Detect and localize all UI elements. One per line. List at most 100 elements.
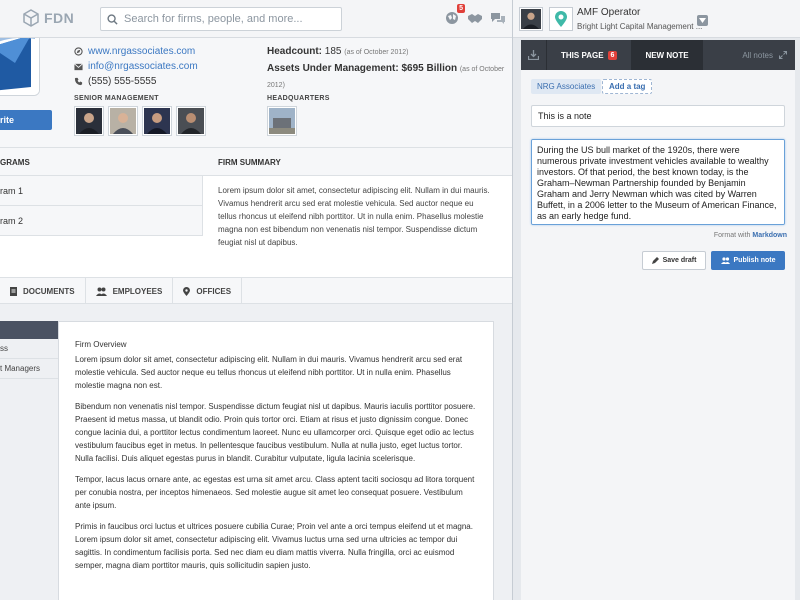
email-link[interactable]: info@nrgassociates.com bbox=[88, 59, 198, 74]
chat-bubbles-icon bbox=[491, 12, 505, 24]
firm-summary-header: Firm Summary bbox=[218, 158, 281, 167]
programs-list: ram 1 ram 2 bbox=[0, 176, 203, 236]
add-tag-button[interactable]: Add a tag bbox=[602, 79, 653, 94]
people-icon bbox=[720, 257, 730, 264]
user-menu-button[interactable] bbox=[697, 15, 708, 26]
new-note-form: NRG Associates Add a tag During the US b… bbox=[521, 70, 795, 600]
search-icon bbox=[107, 13, 118, 25]
format-hint: Format with Markdown bbox=[714, 232, 787, 239]
save-draft-label: Save draft bbox=[662, 257, 697, 264]
download-icon bbox=[528, 50, 539, 60]
download-button[interactable] bbox=[521, 40, 547, 70]
programs-header: grams bbox=[0, 158, 30, 167]
expand-icon bbox=[779, 51, 787, 59]
notes-tabs: This Page 6 New Note All notes bbox=[521, 40, 795, 70]
publish-note-label: Publish note bbox=[733, 257, 776, 264]
aum-label: Assets Under Management: bbox=[267, 63, 399, 74]
format-with-label: Format with bbox=[713, 232, 751, 239]
firm-facts: Headcount: 185 (as of October 2012) Asse… bbox=[267, 44, 512, 93]
cube-logo-icon bbox=[23, 9, 39, 27]
document-icon bbox=[10, 286, 17, 296]
favorite-button[interactable]: rite bbox=[0, 110, 52, 130]
app-logo[interactable]: FDN bbox=[22, 9, 74, 27]
tab-documents-label: Documents bbox=[23, 286, 75, 296]
tab-documents[interactable]: Documents bbox=[0, 278, 86, 304]
side-navigation: ss t Managers bbox=[0, 321, 58, 379]
people-icon bbox=[95, 287, 107, 296]
tab-this-page-label: This Page bbox=[561, 50, 604, 60]
location-pin-icon bbox=[555, 11, 567, 27]
firm-logo-tile bbox=[0, 38, 40, 96]
overview-paragraph: Tempor, lacus lacus ornare ante, ac eges… bbox=[75, 475, 475, 510]
top-icon-group: 5 bbox=[444, 4, 506, 26]
tab-employees[interactable]: Employees bbox=[86, 278, 174, 304]
headquarters-photo[interactable] bbox=[267, 106, 297, 136]
save-draft-button[interactable]: Save draft bbox=[642, 251, 706, 270]
publish-note-button[interactable]: Publish note bbox=[711, 251, 785, 270]
note-tag[interactable]: NRG Associates bbox=[531, 79, 602, 94]
senior-management-label: Senior Management bbox=[74, 95, 159, 102]
all-notes-link[interactable]: All notes bbox=[742, 51, 795, 60]
headcount-label: Headcount: bbox=[267, 46, 322, 57]
website-link[interactable]: www.nrgassociates.com bbox=[88, 44, 195, 59]
program-item[interactable]: ram 1 bbox=[0, 176, 203, 206]
phone-icon bbox=[74, 77, 83, 86]
side-nav-item[interactable]: ss bbox=[0, 339, 58, 359]
handshake-icon bbox=[468, 14, 482, 23]
firm-overview-title: Firm Overview bbox=[75, 340, 127, 349]
notifications-button[interactable]: 5 bbox=[444, 4, 465, 26]
tab-offices-label: Offices bbox=[196, 286, 232, 296]
markdown-link[interactable]: Markdown bbox=[752, 232, 787, 239]
user-bar: AMF Operator Bright Light Capital Manage… bbox=[513, 0, 800, 38]
profile-tabs: Documents Employees Offices bbox=[0, 278, 512, 304]
save-icon bbox=[651, 257, 659, 264]
firm-overview-card: Firm Overview Lorem ipsum dolor sit amet… bbox=[58, 321, 494, 600]
this-page-count-badge: 6 bbox=[607, 50, 618, 60]
tab-offices[interactable]: Offices bbox=[173, 278, 243, 304]
headquarters-photos bbox=[267, 106, 297, 136]
senior-management-photos bbox=[74, 106, 206, 136]
search-box[interactable] bbox=[100, 7, 342, 31]
side-nav-item[interactable]: t Managers bbox=[0, 359, 58, 379]
program-item[interactable]: ram 2 bbox=[0, 206, 203, 236]
chevron-down-icon bbox=[699, 18, 706, 23]
manager-photo[interactable] bbox=[176, 106, 206, 136]
overview-paragraph: Lorem ipsum dolor sit amet, consectetur … bbox=[75, 355, 463, 390]
tab-new-note-label: New Note bbox=[645, 50, 689, 60]
search-input[interactable] bbox=[124, 13, 324, 25]
user-avatar[interactable] bbox=[519, 7, 543, 31]
app-logo-text: FDN bbox=[44, 10, 75, 26]
user-name: AMF Operator bbox=[577, 7, 641, 18]
profile-header: rite www.nrgassociates.com info@nrgassoc… bbox=[0, 38, 512, 148]
notes-panel: AMF Operator Bright Light Capital Manage… bbox=[512, 0, 800, 600]
handshake-button[interactable] bbox=[467, 10, 483, 26]
overview-paragraph: Bibendum non venenatis nisl tempor. Susp… bbox=[75, 402, 476, 463]
envelope-logo-icon bbox=[0, 38, 39, 95]
notification-badge: 5 bbox=[457, 4, 465, 13]
user-firm: Bright Light Capital Management ... bbox=[577, 22, 703, 31]
headcount-note: (as of October 2012) bbox=[344, 49, 409, 56]
manager-photo[interactable] bbox=[74, 106, 104, 136]
tab-employees-label: Employees bbox=[112, 286, 163, 296]
note-title-input[interactable] bbox=[531, 105, 785, 127]
firm-logo[interactable] bbox=[549, 7, 573, 31]
manager-photo[interactable] bbox=[142, 106, 172, 136]
contact-info: www.nrgassociates.com info@nrgassociates… bbox=[74, 44, 198, 89]
side-nav-active-item[interactable] bbox=[0, 321, 58, 339]
firm-profile-page: rite www.nrgassociates.com info@nrgassoc… bbox=[0, 38, 512, 600]
overview-paragraph: Primis in faucibus orci luctus et ultric… bbox=[75, 522, 473, 570]
mail-icon bbox=[74, 63, 83, 70]
tab-new-note[interactable]: New Note bbox=[631, 40, 703, 70]
programs-summary-section: grams Firm Summary ram 1 ram 2 Lorem ips… bbox=[0, 148, 512, 278]
manager-photo[interactable] bbox=[108, 106, 138, 136]
tab-this-page[interactable]: This Page 6 bbox=[547, 40, 632, 70]
globe-icon bbox=[446, 12, 458, 24]
note-body-textarea[interactable]: During the US bull market of the 1920s, … bbox=[531, 139, 785, 225]
compass-icon bbox=[74, 47, 83, 56]
map-pin-icon bbox=[183, 286, 191, 296]
all-notes-label: All notes bbox=[742, 50, 773, 60]
messages-button[interactable] bbox=[490, 10, 506, 26]
aum-value: $695 Billion bbox=[401, 63, 458, 74]
headquarters-label: Headquarters bbox=[267, 95, 330, 102]
programs-summary-header: grams Firm Summary bbox=[0, 148, 512, 176]
